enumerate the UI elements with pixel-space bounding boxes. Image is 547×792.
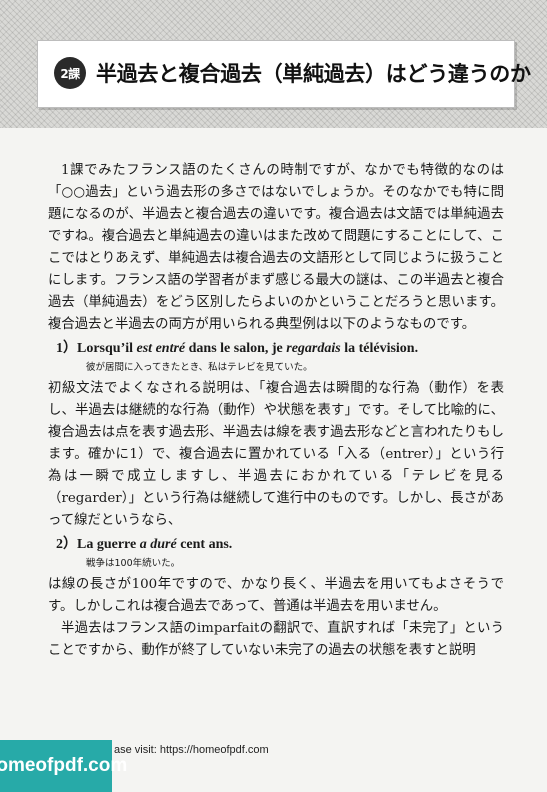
example-1-text-b: dans le salon, je <box>185 341 287 356</box>
watermark-logo[interactable]: homeofpdf.com <box>0 740 127 792</box>
example-1-translation: 彼が居間に入ってきたとき、私はテレビを見ていた。 <box>86 362 313 373</box>
paragraph-imparfait: 半過去はフランス語のimparfaitの翻訳で、直訳すれば「未完了」ということで… <box>48 621 504 658</box>
example-2-text-b: cent ans. <box>176 537 233 552</box>
body-content: 1課でみたフランス語のたくさんの時制ですが、なかでも特徴的なのは「○○過去」とい… <box>48 160 504 662</box>
lesson-badge: 2課 <box>54 57 86 89</box>
example-1-text-a: Lorsqu’il <box>77 341 137 356</box>
example-2-number: 2） <box>56 537 77 552</box>
example-2-text-a: La guerre <box>77 537 140 552</box>
example-1-verb-imparfait: regardais <box>286 341 341 356</box>
example-1-text-c: la télévision. <box>340 341 419 356</box>
page-title: 半過去と複合過去（単純過去）はどう違うのか <box>96 62 531 86</box>
example-1-number: 1） <box>56 341 77 356</box>
paragraph-intro: 1課でみたフランス語のたくさんの時制ですが、なかでも特徴的なのは「○○過去」とい… <box>48 163 504 332</box>
example-1-verb-passe-compose: est entré <box>136 341 186 356</box>
example-2-verb-passe-compose: a duré <box>139 537 177 552</box>
example-2-translation: 戦争は100年続いた。 <box>86 558 181 569</box>
example-1: 1）Lorsqu’il est entré dans le salon, je … <box>56 338 504 360</box>
example-2: 2）La guerre a duré cent ans. <box>56 534 504 556</box>
watermark-link[interactable]: ase visit: https://homeofpdf.com <box>114 744 269 756</box>
paragraph-explanation: 初級文法でよくなされる説明は、「複合過去は瞬間的な行為（動作）を表し、半過去は継… <box>48 381 504 528</box>
title-box: 2課 半過去と複合過去（単純過去）はどう違うのか <box>37 40 531 108</box>
watermark-bar: homeofpdf.com ase visit: https://homeofp… <box>0 740 547 792</box>
chapter-header: 2課 半過去と複合過去（単純過去）はどう違うのか <box>0 0 547 128</box>
paragraph-line-length: は線の長さが100年ですので、かなり長く、半過去を用いてもよさそうです。しかしこ… <box>48 577 504 614</box>
